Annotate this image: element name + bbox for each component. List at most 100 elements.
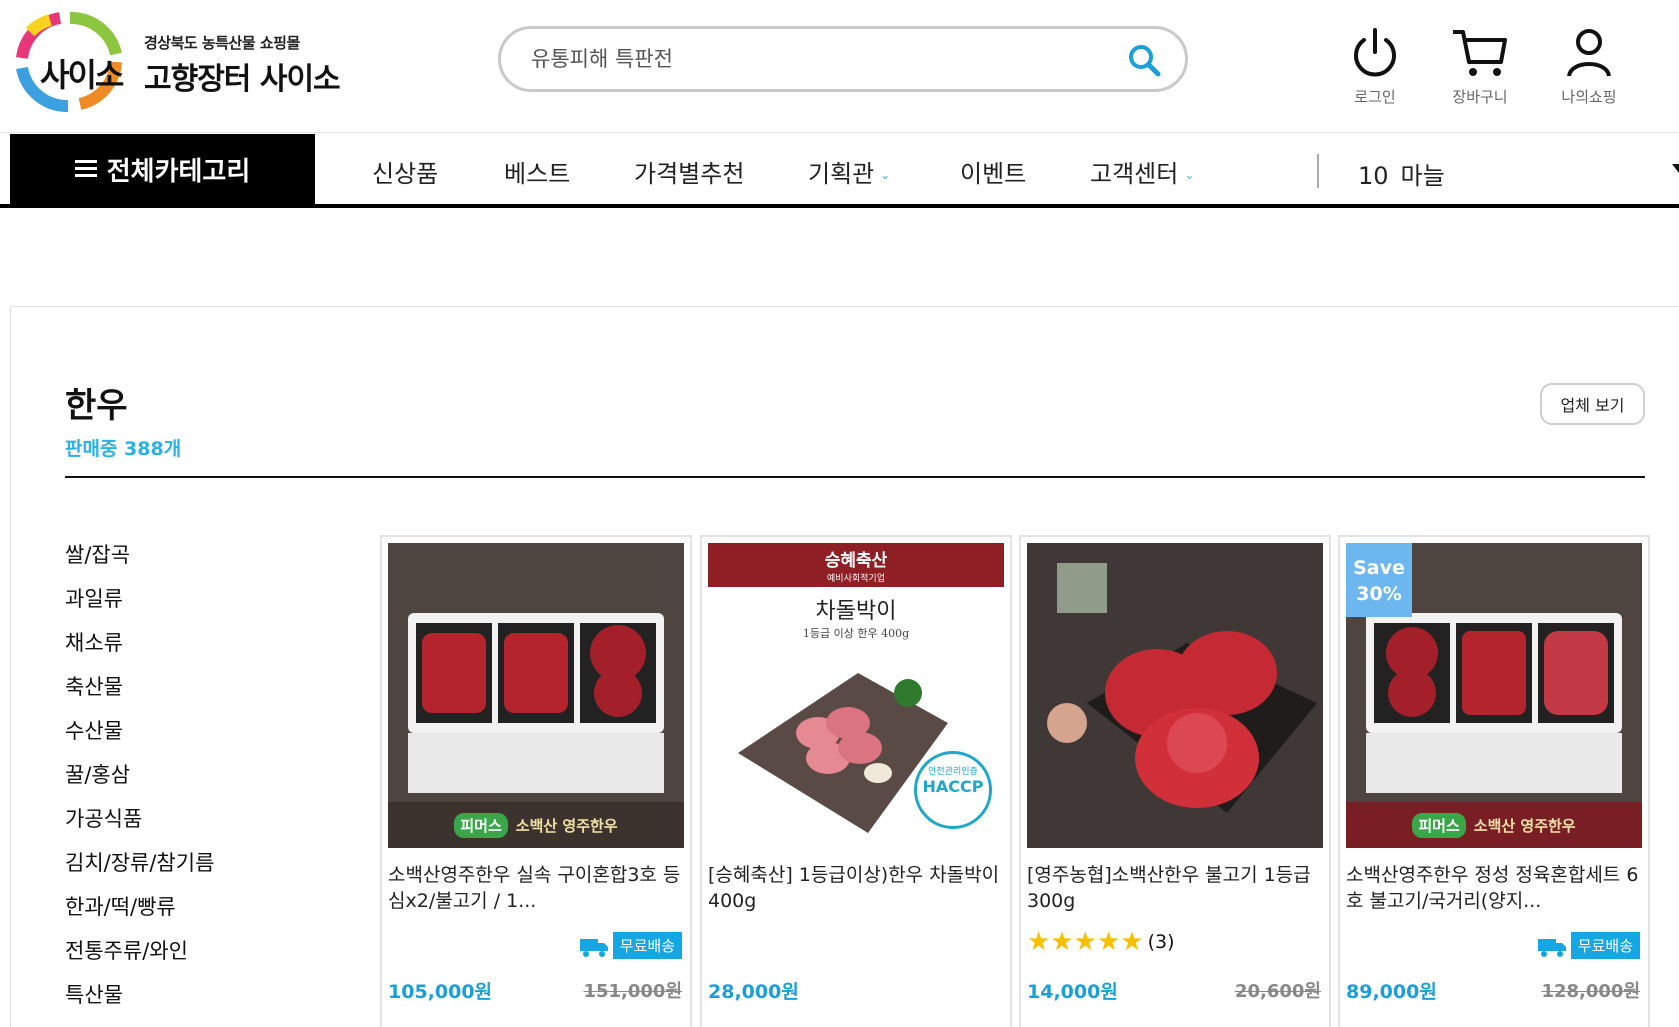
sidebar-item-rice-cake[interactable]: 한과/떡/빵류 [65, 892, 315, 936]
star-icon: ★ [1027, 927, 1051, 957]
hamburger-icon [74, 160, 97, 178]
trending-keyword[interactable]: 10 마늘 [1358, 156, 1445, 191]
haccp-mark: 안전관리인증 HACCP [914, 751, 992, 829]
banner-description: 1등급 이상 한우 400g [802, 627, 910, 640]
original-price: 20,600원 [1234, 981, 1321, 1002]
star-icon: ★ [1120, 927, 1144, 957]
free-shipping-label: 무료배송 [612, 932, 682, 959]
haccp-main: HACCP [922, 777, 984, 796]
sale-price: 14,000원 [1027, 981, 1118, 1003]
free-shipping-label: 무료배송 [1570, 932, 1640, 959]
nav-divider [1317, 154, 1319, 188]
product-count: 판매중 388개 [65, 438, 182, 460]
original-price: 128,000원 [1541, 981, 1640, 1002]
product-image[interactable]: Save 30% 피머스 소백산 영주한우 [1346, 543, 1642, 848]
market-badge: 피머스 [1412, 812, 1466, 838]
product-image[interactable]: 승혜축산 예비사회적기업 차돌박이 1등급 이상 한우 400g 안전관리인증 … [708, 543, 1004, 848]
user-icon [1567, 29, 1611, 77]
brand-text: 소백산 영주한우 [515, 816, 618, 835]
sidebar-item-kimchi[interactable]: 김치/장류/참기름 [65, 848, 315, 892]
sidebar-item-fruit[interactable]: 과일류 [65, 584, 315, 628]
banner-brand: 승혜축산 [824, 551, 888, 571]
category-sidebar: 쌀/잡곡 과일류 채소류 축산물 수산물 꿀/홍삼 가공식품 김치/장류/참기름… [65, 540, 315, 1024]
page-title: 한우 [65, 386, 128, 426]
trending-rank: 10 [1358, 162, 1389, 190]
dropdown-arrow-icon[interactable] [1672, 164, 1679, 173]
discount-badge: Save 30% [1346, 543, 1412, 617]
logo-mark-text: 사이소 [40, 56, 124, 94]
sale-price: 28,000원 [708, 981, 799, 1003]
star-icon: ★ [1096, 927, 1121, 957]
free-shipping-badge: 무료배송 [1537, 932, 1640, 959]
star-icon: ★ [1073, 927, 1097, 957]
view-sellers-button[interactable]: 업체 보기 [1540, 383, 1645, 425]
sale-price: 89,000원 [1346, 981, 1437, 1003]
product-image[interactable]: 피머스 소백산 영주한우 [388, 543, 684, 848]
nav-item-new[interactable]: 신상품 [372, 154, 438, 189]
cart-button[interactable]: 장바구니 [1435, 26, 1525, 107]
all-categories-label: 전체카테고리 [106, 156, 251, 187]
nav-item-best[interactable]: 베스트 [504, 154, 570, 189]
bulgogi-roll-image [1027, 543, 1323, 848]
nav-item-event[interactable]: 이벤트 [960, 154, 1026, 189]
product-name[interactable]: 소백산영주한우 실속 구이혼합3호 등심x2/불고기 / 1... [388, 862, 684, 916]
product-card[interactable]: 승혜축산 예비사회적기업 차돌박이 1등급 이상 한우 400g 안전관리인증 … [700, 535, 1012, 1027]
all-categories-button[interactable]: 전체카테고리 [10, 134, 315, 204]
logo-title: 고향장터 사이소 [144, 62, 341, 97]
nav-item-price[interactable]: 가격별추천 [634, 154, 744, 189]
brand-strip: 피머스 소백산 영주한우 [388, 802, 684, 848]
brand-text: 소백산 영주한우 [1473, 816, 1576, 835]
search-bar [498, 26, 1188, 92]
banner-product-name: 차돌박이 [815, 599, 897, 624]
product-name[interactable]: [승혜축산] 1등급이상)한우 차돌박이 400g [708, 862, 1004, 916]
rating-count: (3) [1147, 931, 1175, 953]
mypage-button[interactable]: 나의쇼핑 [1544, 26, 1634, 107]
truck-icon [1537, 938, 1566, 957]
product-card[interactable]: Save 30% 피머스 소백산 영주한우 소백산영주한우 정성 정육혼합세트 … [1338, 535, 1650, 1027]
product-card[interactable]: 피머스 소백산 영주한우 소백산영주한우 실속 구이혼합3호 등심x2/불고기 … [380, 535, 692, 1027]
trending-keyword-text: 마늘 [1400, 162, 1445, 190]
product-image[interactable] [1027, 543, 1323, 848]
product-name[interactable]: [영주농협]소백산한우 불고기 1등급 300g [1027, 862, 1323, 916]
sidebar-item-specialty[interactable]: 특산물 [65, 980, 315, 1024]
login-button[interactable]: 로그인 [1330, 26, 1420, 107]
power-icon [1354, 28, 1396, 77]
search-input[interactable] [531, 43, 1091, 75]
header-divider [0, 132, 1679, 133]
nav-item-special[interactable]: 기획관 ⌄ [808, 154, 890, 189]
sidebar-item-honey[interactable]: 꿀/홍삼 [65, 760, 315, 804]
discount-badge-line1: Save [1353, 557, 1405, 579]
logo-subtitle: 경상북도 농특산물 쇼핑몰 [144, 34, 300, 52]
sale-price: 105,000원 [388, 981, 493, 1003]
original-price: 151,000원 [583, 981, 682, 1002]
sidebar-item-grain[interactable]: 쌀/잡곡 [65, 540, 315, 584]
star-icon: ★ [1050, 927, 1074, 957]
discount-badge-line2: 30% [1356, 583, 1402, 605]
free-shipping-badge: 무료배송 [579, 932, 682, 959]
chevron-down-icon: ⌄ [880, 168, 891, 182]
sidebar-item-vegetable[interactable]: 채소류 [65, 628, 315, 672]
market-badge: 피머스 [454, 812, 508, 838]
nav-item-support[interactable]: 고객센터 ⌄ [1090, 154, 1194, 189]
nav-item-special-label: 기획관 [808, 160, 875, 188]
chevron-down-icon: ⌄ [1184, 168, 1195, 182]
nav-bottom-rule [0, 204, 1679, 208]
cart-label: 장바구니 [1452, 88, 1508, 106]
sidebar-item-liquor[interactable]: 전통주류/와인 [65, 936, 315, 980]
banner-tag: 예비사회적기업 [827, 574, 885, 584]
cart-icon [1453, 30, 1507, 76]
truck-icon [579, 938, 608, 957]
login-label: 로그인 [1354, 88, 1396, 106]
sidebar-item-seafood[interactable]: 수산물 [65, 716, 315, 760]
brand-strip: 피머스 소백산 영주한우 [1346, 802, 1642, 848]
site-header: 사이소 경상북도 농특산물 쇼핑몰 고향장터 사이소 로그인 장바구니 나의쇼핑 [0, 0, 1679, 132]
site-logo[interactable]: 사이소 경상북도 농특산물 쇼핑몰 고향장터 사이소 [10, 10, 341, 114]
haccp-top: 안전관리인증 [928, 767, 978, 777]
product-name[interactable]: 소백산영주한우 정성 정육혼합세트 6호 불고기/국거리(양지... [1346, 862, 1642, 916]
main-nav: 전체카테고리 신상품 베스트 가격별추천 기획관 ⌄ 이벤트 고객센터 ⌄ 10 마늘 [0, 134, 1679, 206]
mypage-label: 나의쇼핑 [1561, 88, 1617, 106]
sidebar-item-livestock[interactable]: 축산물 [65, 672, 315, 716]
search-icon[interactable] [1125, 41, 1163, 79]
product-card[interactable]: [영주농협]소백산한우 불고기 1등급 300g ★ ★ ★ ★ ★ (3) 14,00… [1019, 535, 1331, 1027]
sidebar-item-processed[interactable]: 가공식품 [65, 804, 315, 848]
